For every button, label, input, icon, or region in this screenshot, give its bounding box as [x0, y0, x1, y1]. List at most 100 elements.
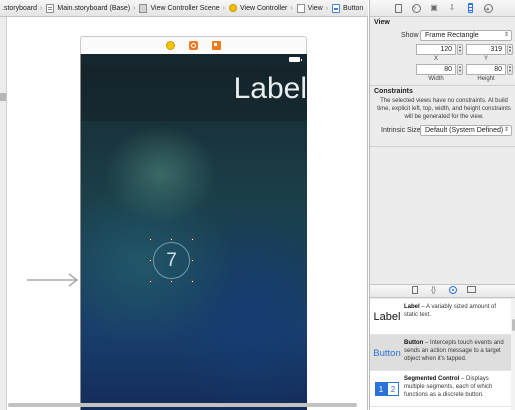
breadcrumb-view[interactable]: View: [296, 0, 323, 16]
exit-icon[interactable]: [212, 41, 221, 50]
library-scrollbar[interactable]: [511, 299, 515, 410]
first-responder-icon[interactable]: [189, 41, 198, 50]
y-label: Y: [483, 56, 488, 62]
resize-handle-bottom[interactable]: [170, 280, 173, 283]
section-divider: [370, 85, 515, 86]
x-field[interactable]: 120: [416, 44, 456, 55]
scene-dock: [80, 36, 307, 54]
battery-icon: [289, 57, 302, 62]
breadcrumb-label: View Controller Scene: [150, 4, 220, 12]
show-popup-value: Frame Rectangle: [425, 32, 479, 39]
document-outline-gutter[interactable]: [0, 17, 7, 410]
jump-bar: .storyboard › Main.storyboard (Base) › V…: [0, 0, 368, 17]
storyboard-canvas[interactable]: Label 7: [0, 17, 368, 410]
height-label: Height: [477, 76, 495, 82]
width-label: Width: [428, 76, 444, 82]
device-screen-view[interactable]: Label 7: [80, 54, 307, 410]
breadcrumb-main-storyboard[interactable]: Main.storyboard (Base): [46, 0, 131, 16]
help-icon: ?: [411, 3, 421, 13]
width-field[interactable]: 80: [416, 64, 456, 75]
segmented-control-thumbnail: 1 2: [372, 373, 402, 405]
size-icon: [467, 3, 473, 13]
resize-handle-top[interactable]: [170, 238, 173, 241]
show-popup[interactable]: Frame Rectangle ⇕: [420, 30, 512, 41]
resize-handle-left[interactable]: [149, 259, 152, 262]
library-tab-bar: {}: [370, 284, 515, 298]
attributes-inspector-tab[interactable]: ⇩: [447, 3, 457, 13]
library-item-label[interactable]: Label Label – A variably sized amount of…: [370, 299, 511, 335]
y-stepper[interactable]: ▲ ▼: [507, 44, 513, 55]
status-bar: [81, 54, 307, 65]
label-thumbnail-text: Label: [373, 311, 401, 323]
intrinsic-size-value: Default (System Defined): [425, 127, 504, 134]
breadcrumb-storyboard[interactable]: .storyboard: [2, 0, 38, 16]
resize-handle-right[interactable]: [191, 259, 194, 262]
button-thumbnail-text: Button: [373, 347, 401, 359]
view-icon: [296, 3, 305, 13]
label-element[interactable]: Label: [234, 73, 307, 105]
library-item-button[interactable]: Button Button – Intercepts touch events …: [370, 335, 511, 371]
code-snippet-icon: {}: [431, 287, 436, 294]
selected-round-button[interactable]: 7: [149, 238, 194, 283]
object-library-icon: [448, 286, 457, 294]
resize-handle-top-left[interactable]: [149, 238, 152, 241]
segmented-control-thumbnail-icon: 1 2: [375, 382, 399, 396]
library-item-segmented-control[interactable]: 1 2 Segmented Control – Displays multipl…: [370, 371, 511, 407]
show-label: Show: [401, 32, 419, 39]
library-item-description: Segmented Control – Displays multiple se…: [404, 375, 510, 399]
y-field[interactable]: 319: [466, 44, 506, 55]
button-icon: [332, 3, 341, 13]
resize-handle-bottom-left[interactable]: [149, 280, 152, 283]
height-stepper[interactable]: ▲ ▼: [507, 64, 513, 75]
segment-two: 2: [387, 382, 399, 396]
file-icon: [394, 3, 402, 13]
library-item-description: Label – A variably sized amount of stati…: [404, 303, 510, 319]
breadcrumb-separator-icon: ›: [40, 4, 43, 12]
intrinsic-size-label: Intrinsic Size: [381, 127, 421, 134]
resize-handle-top-right[interactable]: [191, 238, 194, 241]
view-controller-icon: [228, 4, 237, 12]
segment-one: 1: [375, 382, 387, 396]
initial-view-controller-arrow-icon[interactable]: [27, 273, 79, 287]
file-inspector-tab[interactable]: [393, 3, 403, 13]
x-label: X: [433, 56, 438, 62]
media-library-icon: [467, 286, 476, 293]
breadcrumb-label: View Controller: [239, 4, 288, 12]
x-stepper[interactable]: ▲ ▼: [457, 44, 463, 55]
height-field[interactable]: 80: [466, 64, 506, 75]
popup-arrows-icon: ⇕: [503, 32, 509, 38]
object-library-list[interactable]: Label Label – A variably sized amount of…: [370, 299, 511, 410]
breadcrumb-separator-icon: ›: [325, 4, 329, 12]
canvas-horizontal-scrollbar[interactable]: [8, 403, 364, 408]
identity-inspector-tab[interactable]: ▣: [429, 3, 439, 13]
storyboard-file-icon: [46, 3, 55, 13]
inspector-tab-bar: ? ▣ ⇩ ➜: [370, 0, 515, 17]
breadcrumb-view-controller[interactable]: View Controller: [228, 0, 288, 16]
view-section-title: View: [374, 19, 390, 26]
breadcrumb-scene[interactable]: View Controller Scene: [139, 0, 220, 16]
breadcrumb-label: View: [307, 4, 323, 12]
help-inspector-tab[interactable]: ?: [411, 3, 421, 13]
breadcrumb-label: Main.storyboard (Base): [57, 4, 131, 12]
object-library-tab[interactable]: [448, 286, 458, 296]
media-library-tab[interactable]: [467, 286, 477, 296]
library-item-name: Button: [404, 340, 424, 346]
resize-handle-bottom-right[interactable]: [191, 280, 194, 283]
breadcrumb-separator-icon: ›: [290, 4, 293, 12]
code-snippet-library-tab[interactable]: {}: [429, 286, 439, 296]
constraints-section-title: Constraints: [374, 88, 413, 95]
popup-arrows-icon: ⇕: [503, 127, 509, 133]
size-inspector-tab[interactable]: [465, 3, 475, 13]
breadcrumb-button[interactable]: Button: [332, 0, 364, 16]
breadcrumb-label: Button: [343, 4, 364, 12]
intrinsic-size-popup[interactable]: Default (System Defined) ⇕: [420, 125, 512, 136]
scrollbar-thumb[interactable]: [8, 403, 357, 407]
outline-toggle-icon[interactable]: [0, 93, 6, 101]
breadcrumb-label: .storyboard: [2, 4, 38, 12]
width-stepper[interactable]: ▲ ▼: [457, 64, 463, 75]
connections-inspector-tab[interactable]: ➜: [483, 3, 493, 13]
file-template-library-tab[interactable]: [410, 286, 420, 296]
view-controller-icon[interactable]: [166, 41, 175, 50]
connections-icon: ➜: [483, 3, 493, 13]
file-template-icon: [411, 286, 418, 294]
